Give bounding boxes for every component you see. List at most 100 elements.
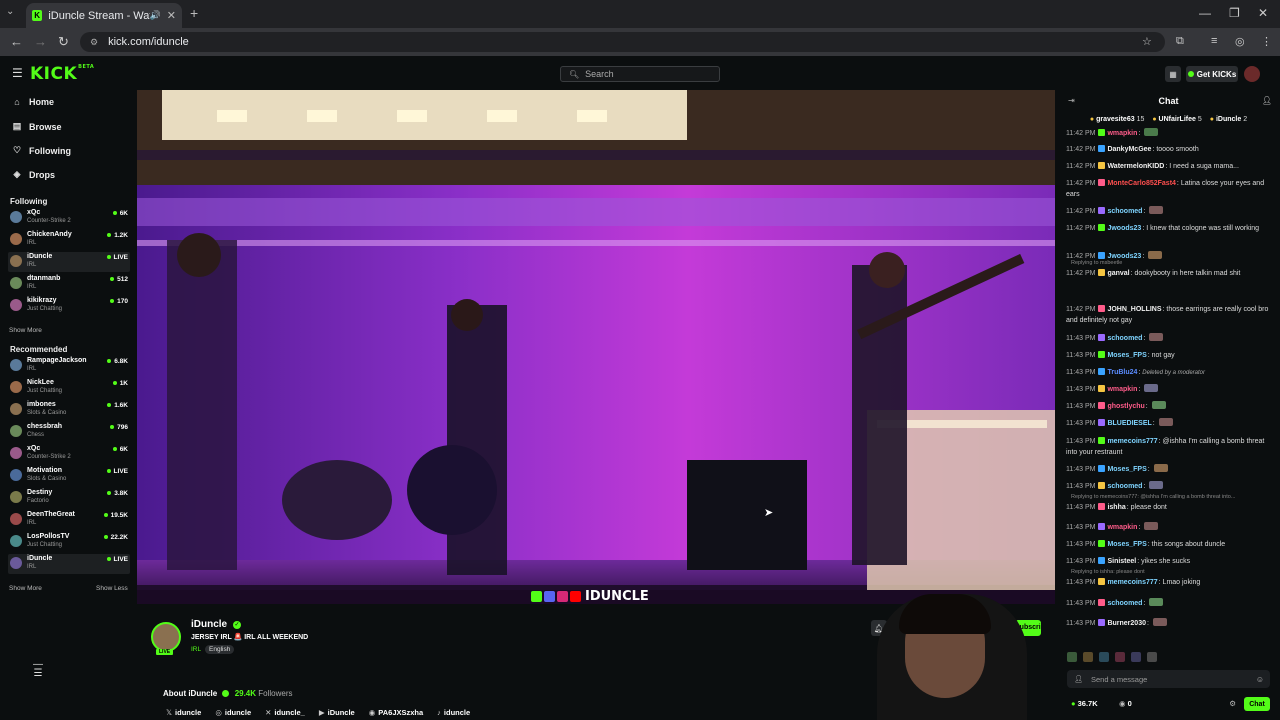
sidebar-channel-destiny[interactable]: Destiny Factorio 3.8K <box>8 488 130 508</box>
streamer-avatar[interactable] <box>151 622 181 652</box>
chat-username[interactable]: WatermelonKIDD <box>1107 163 1164 170</box>
sidebar-channel-imbones[interactable]: imbones Slots & Casino 1.6K <box>8 400 130 420</box>
chat-username[interactable]: Jwoods23 <box>1107 253 1141 260</box>
kick-logo[interactable]: KICKBETA <box>30 64 94 84</box>
sidebar-channel-xqc[interactable]: xQc Counter-Strike 2 6K <box>8 208 130 228</box>
reload-icon[interactable]: ↻ <box>58 34 69 50</box>
emote-icon[interactable] <box>1099 652 1109 662</box>
nav-following[interactable]: ♡ Following <box>12 145 71 156</box>
emote-icon[interactable] <box>1147 652 1157 662</box>
emoji-picker-icon[interactable]: ☺ <box>1256 675 1264 684</box>
nav-browse[interactable]: ▤ Browse <box>12 121 62 132</box>
chat-users-icon[interactable]: 👤︎ <box>1262 96 1272 105</box>
chat-username[interactable]: wmapkin <box>1107 524 1137 531</box>
social-tiktok-link[interactable]: ♪ iduncle <box>437 708 470 717</box>
show-more-following[interactable]: Show More <box>9 327 42 334</box>
menu-hamburger-icon[interactable]: ☰ <box>12 67 23 79</box>
streamer-name[interactable]: iDuncle <box>191 619 227 630</box>
chat-username[interactable]: schoomed <box>1107 335 1142 342</box>
sidebar-channel-deenthegreat[interactable]: DeenTheGreat IRL 19.5K <box>8 510 130 530</box>
search-input[interactable]: 🔍︎ Search <box>560 66 720 82</box>
chat-username[interactable]: Burner2030 <box>1107 620 1146 627</box>
chat-username[interactable]: DankyMcGee <box>1107 146 1151 153</box>
emote-icon[interactable] <box>1131 652 1141 662</box>
close-tab-icon[interactable]: ✕ <box>167 9 176 22</box>
send-chat-button[interactable]: Chat <box>1244 697 1270 711</box>
category-tag[interactable]: IRL <box>191 646 201 653</box>
video-player[interactable]: IDUNCLE ➤ <box>137 90 1055 604</box>
social-x-link[interactable]: 𝕏iduncle <box>166 708 201 717</box>
chat-username[interactable]: MonteCarlo852Fast4 <box>1107 180 1175 187</box>
tab-list-chevron-icon[interactable]: ⌄ <box>6 6 14 17</box>
chat-username[interactable]: schoomed <box>1107 483 1142 490</box>
top-gifter[interactable]: ● gravesite63 15 <box>1090 116 1144 126</box>
chat-username[interactable]: Moses_FPS <box>1107 541 1146 548</box>
social-instagram-link[interactable]: ◎ iduncle <box>215 708 251 717</box>
new-tab-icon[interactable]: + <box>190 5 198 21</box>
emote-icon[interactable] <box>1067 652 1077 662</box>
sidebar-channel-iduncle[interactable]: iDuncle IRL LIVE <box>8 554 130 574</box>
emote-icon[interactable] <box>1083 652 1093 662</box>
browser-tab[interactable]: K iDuncle Stream - Watch Live 🔊 ✕ <box>26 3 182 28</box>
chat-username[interactable]: ganval <box>1107 270 1129 277</box>
show-more-recommended[interactable]: Show More <box>9 585 42 592</box>
chat-username[interactable]: ghostlychu <box>1107 403 1144 410</box>
chat-settings-icon[interactable]: ⚙ <box>1229 699 1236 708</box>
chat-username[interactable]: wmapkin <box>1107 130 1137 137</box>
sidebar-channel-nicklee[interactable]: NickLee Just Chatting 1K <box>8 378 130 398</box>
chat-username[interactable]: TruBlu24 <box>1107 369 1137 376</box>
language-tag[interactable]: English <box>205 645 235 654</box>
top-gifter[interactable]: ● iDuncle 2 <box>1210 116 1247 126</box>
chat-username[interactable]: ishha <box>1107 504 1125 511</box>
chat-username[interactable]: schoomed <box>1107 600 1142 607</box>
profile-icon[interactable]: ◎ <box>1235 35 1245 48</box>
address-bar[interactable]: ⚙ kick.com/iduncle <box>80 32 1165 52</box>
site-info-icon[interactable]: ⚙ <box>90 37 98 48</box>
sidebar-channel-rampagejackson[interactable]: RampageJackson IRL 6.8K <box>8 356 130 376</box>
nav-home[interactable]: ⌂ Home <box>12 97 54 107</box>
chat-username[interactable]: Moses_FPS <box>1107 466 1146 473</box>
nav-drops[interactable]: ◈ Drops <box>12 169 55 180</box>
social-youtube-link[interactable]: ▶ iDuncle <box>319 708 355 717</box>
sidebar-channel-chickenandy[interactable]: ChickenAndy IRL 1.2K <box>8 230 130 250</box>
sidebar-channel-kikikrazy[interactable]: kikikrazy Just Chatting 170 <box>8 296 130 316</box>
media-control-icon[interactable]: ≡ <box>1211 35 1217 47</box>
collapse-sidebar-icon[interactable]: — ☰ <box>26 660 50 690</box>
chat-username[interactable]: BLUEDIESEL <box>1107 420 1151 427</box>
tab-audio-icon[interactable]: 🔊 <box>150 10 161 21</box>
sidebar-channel-iduncle[interactable]: iDuncle IRL LIVE <box>8 252 130 272</box>
social-discord-link[interactable]: ◉ PA6JXSzxha <box>369 708 423 717</box>
chat-username[interactable]: Moses_FPS <box>1107 352 1146 359</box>
chat-reply-context[interactable]: Replying to ishha: please dont <box>1071 569 1145 575</box>
chat-username[interactable]: schoomed <box>1107 208 1142 215</box>
chat-username[interactable]: memecoins777 <box>1107 579 1157 586</box>
chat-username[interactable]: wmapkin <box>1107 386 1137 393</box>
show-less-recommended[interactable]: Show Less <box>96 585 128 592</box>
minimize-icon[interactable]: — <box>1199 6 1211 20</box>
social-twitter-link[interactable]: ✕ iduncle_ <box>265 708 305 717</box>
theater-mode-icon[interactable]: ▦ <box>1165 66 1181 82</box>
user-avatar[interactable] <box>1244 66 1260 82</box>
get-kicks-button[interactable]: Get KICKs <box>1186 66 1238 82</box>
chat-username[interactable]: memecoins777 <box>1107 438 1157 445</box>
sidebar-channel-xqc[interactable]: xQc Counter-Strike 2 6K <box>8 444 130 464</box>
maximize-icon[interactable]: ❐ <box>1229 6 1240 20</box>
chat-input[interactable]: 👤︎ Send a message ☺ <box>1067 670 1270 688</box>
extensions-icon[interactable]: ⧉ <box>1176 35 1184 48</box>
close-window-icon[interactable]: ✕ <box>1258 6 1268 20</box>
chat-username[interactable]: Jwoods23 <box>1107 225 1141 232</box>
chat-username[interactable]: JOHN_HOLLINS <box>1107 306 1161 313</box>
chat-reply-context[interactable]: Replying to memecoins777: @ishha I'm cal… <box>1071 494 1235 500</box>
forward-icon[interactable]: → <box>34 34 47 49</box>
sidebar-channel-chessbrah[interactable]: chessbrah Chess 796 <box>8 422 130 442</box>
chat-username[interactable]: Sinisteel <box>1107 558 1136 565</box>
top-gifter[interactable]: ● UNfairLifee 5 <box>1152 116 1201 126</box>
chat-reply-context[interactable]: Replying to msbeetle <box>1071 260 1122 266</box>
sidebar-channel-motivation[interactable]: Motivation Slots & Casino LIVE <box>8 466 130 486</box>
emote-icon[interactable] <box>1115 652 1125 662</box>
browser-menu-icon[interactable]: ⋮ <box>1261 35 1272 48</box>
back-icon[interactable]: ← <box>10 34 23 49</box>
sidebar-channel-dtanmanb[interactable]: dtanmanb IRL 512 <box>8 274 130 294</box>
sidebar-channel-lospollostv[interactable]: LosPollosTV Just Chatting 22.2K <box>8 532 130 552</box>
bookmark-star-icon[interactable]: ☆ <box>1142 35 1152 48</box>
